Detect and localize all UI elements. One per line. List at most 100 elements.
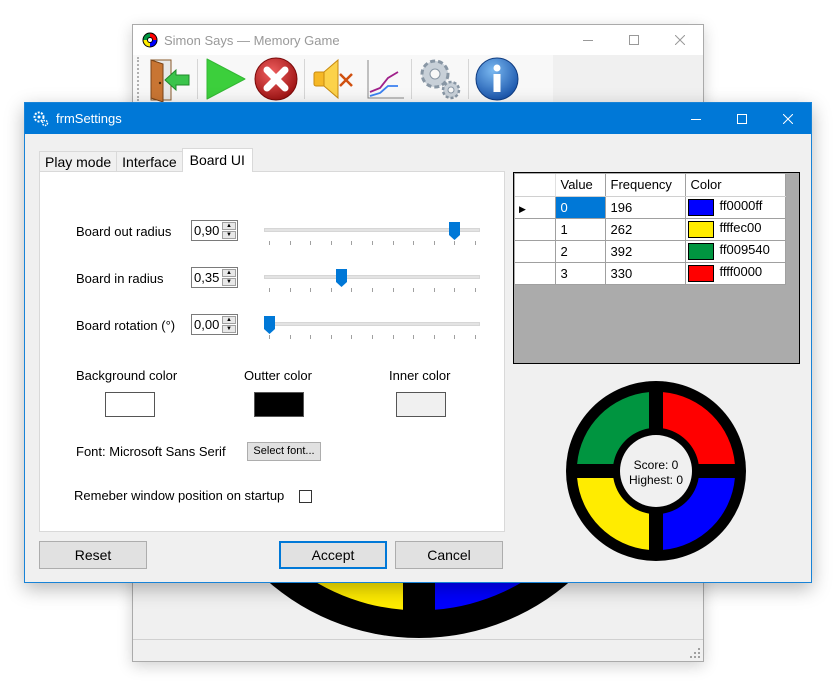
inner-color-swatch[interactable] xyxy=(396,392,446,417)
dialog-maximize-button[interactable] xyxy=(719,103,765,134)
score-text: Score: 0 xyxy=(634,458,679,472)
row-header[interactable] xyxy=(515,261,556,285)
color-swatch xyxy=(687,264,714,282)
tab-interface[interactable]: Interface xyxy=(116,151,183,172)
toolbar-play-button[interactable] xyxy=(201,55,251,103)
out-radius-spinner[interactable]: 0,90 ▲ ▼ xyxy=(191,220,238,241)
column-header-value[interactable]: Value xyxy=(554,174,606,197)
cell-value[interactable]: 1 xyxy=(554,217,606,241)
slider-tick xyxy=(372,335,373,339)
grid-row[interactable]: 3 330 ffff0000 xyxy=(515,261,786,285)
slider-tick xyxy=(433,335,435,339)
slider-tick xyxy=(413,335,415,339)
toolbar-stop-button[interactable] xyxy=(251,55,301,103)
cell-frequency[interactable]: 262 xyxy=(604,217,686,241)
close-icon xyxy=(783,113,793,124)
resize-grip-icon[interactable] xyxy=(689,647,701,659)
toolbar-exit-button[interactable] xyxy=(144,55,194,103)
toolbar-sound-button[interactable] xyxy=(308,55,358,103)
slider-tick xyxy=(392,288,394,292)
cancel-button[interactable]: Cancel xyxy=(395,541,503,569)
accept-button[interactable]: Accept xyxy=(279,541,387,569)
main-close-button[interactable] xyxy=(657,25,703,55)
toolbar-grip[interactable] xyxy=(137,57,140,101)
dialog-close-button[interactable] xyxy=(765,103,811,134)
in-radius-spinner[interactable]: 0,35 ▲ ▼ xyxy=(191,267,238,288)
highest-text: Highest: 0 xyxy=(629,473,683,487)
tones-grid[interactable]: Value Frequency Color ▶ 0 196 ff0000ff 1 262 f… xyxy=(513,172,800,364)
main-maximize-button[interactable] xyxy=(611,25,657,55)
slider-thumb[interactable] xyxy=(263,316,275,334)
main-minimize-button[interactable] xyxy=(565,25,611,55)
cell-color[interactable]: ff009540 xyxy=(684,239,786,263)
grid-corner-header[interactable] xyxy=(515,174,556,197)
background-color-swatch[interactable] xyxy=(105,392,155,417)
settings-dialog: frmSettings Play mode Interface Board UI… xyxy=(24,102,812,583)
cell-value[interactable]: 2 xyxy=(554,239,606,263)
cell-color[interactable]: ffffec00 xyxy=(684,217,786,241)
grid-row[interactable]: 2 392 ff009540 xyxy=(515,239,786,263)
column-header-color[interactable]: Color xyxy=(684,174,786,197)
slider-thumb[interactable] xyxy=(448,222,460,240)
column-header-frequency[interactable]: Frequency xyxy=(604,174,686,197)
toolbar-separator xyxy=(197,59,198,99)
outer-color-swatch[interactable] xyxy=(254,392,304,417)
color-hex-text: ffffec00 xyxy=(719,220,762,236)
in-radius-slider[interactable] xyxy=(264,269,480,295)
board-preview[interactable]: Score: 0 Highest: 0 xyxy=(565,380,747,562)
slider-tick xyxy=(289,241,291,245)
cell-color[interactable]: ffff0000 xyxy=(684,261,786,285)
select-font-button[interactable]: Select font... xyxy=(247,442,321,461)
spin-down-icon[interactable]: ▼ xyxy=(222,278,236,286)
rotation-spinner[interactable]: 0,00 ▲ ▼ xyxy=(191,314,238,335)
color-swatch xyxy=(687,198,714,216)
toolbar-settings-button[interactable] xyxy=(415,55,465,103)
remember-position-checkbox[interactable] xyxy=(299,490,312,503)
grid-row[interactable]: 1 262 ffffec00 xyxy=(515,217,786,241)
spin-up-icon[interactable]: ▲ xyxy=(222,222,236,230)
info-icon xyxy=(475,57,519,101)
dialog-minimize-button[interactable] xyxy=(673,103,719,134)
color-swatch xyxy=(687,242,714,260)
cell-value[interactable]: 0 xyxy=(554,195,606,219)
minimize-icon xyxy=(691,118,701,120)
cell-frequency[interactable]: 392 xyxy=(604,239,686,263)
rotation-value: 0,00 xyxy=(194,317,220,332)
maximize-icon xyxy=(737,113,747,124)
slider-tick xyxy=(475,335,476,339)
tab-play-mode[interactable]: Play mode xyxy=(39,151,118,172)
row-header[interactable] xyxy=(515,217,556,241)
slider-tick xyxy=(351,288,353,292)
spin-up-icon[interactable]: ▲ xyxy=(222,316,236,324)
tab-board-ui[interactable]: Board UI xyxy=(181,148,253,172)
slider-thumb[interactable] xyxy=(335,269,347,287)
slider-tick xyxy=(330,335,332,339)
spin-down-icon[interactable]: ▼ xyxy=(222,231,236,239)
slider-tick xyxy=(413,241,415,245)
slider-track xyxy=(264,228,480,232)
cell-color[interactable]: ff0000ff xyxy=(684,195,786,219)
row-header[interactable] xyxy=(515,239,556,263)
color-hex-text: ff0000ff xyxy=(719,198,763,214)
out-radius-value: 0,90 xyxy=(194,223,220,238)
spin-up-icon[interactable]: ▲ xyxy=(222,269,236,277)
slider-tick xyxy=(475,241,476,245)
cell-frequency[interactable]: 330 xyxy=(604,261,686,285)
rotation-slider[interactable] xyxy=(263,316,480,342)
slider-tick xyxy=(392,335,394,339)
reset-button[interactable]: Reset xyxy=(39,541,147,569)
grid-header-row: Value Frequency Color xyxy=(515,174,786,197)
spin-down-icon[interactable]: ▼ xyxy=(222,325,236,333)
color-hex-text: ffff0000 xyxy=(719,264,763,280)
row-header[interactable]: ▶ xyxy=(515,195,556,219)
grid-row[interactable]: ▶ 0 196 ff0000ff xyxy=(515,195,786,219)
sound-muted-icon xyxy=(313,58,353,100)
out-radius-slider[interactable] xyxy=(264,222,480,248)
cell-value[interactable]: 3 xyxy=(554,261,606,285)
remember-position-label: Remeber window position on startup xyxy=(74,488,285,503)
cell-frequency[interactable]: 196 xyxy=(604,195,686,219)
toolbar-about-button[interactable] xyxy=(472,55,522,103)
toolbar-stats-button[interactable] xyxy=(358,55,408,103)
slider-tick xyxy=(351,335,353,339)
slider-tick xyxy=(413,288,415,292)
